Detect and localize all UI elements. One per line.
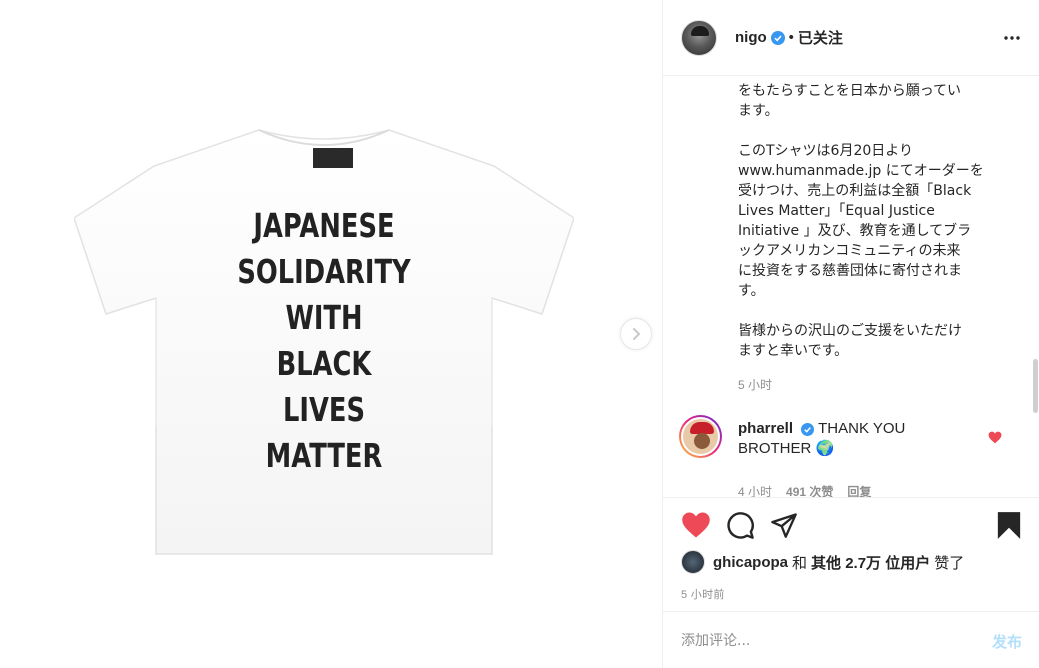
caption-time[interactable]: 5 小时 [738, 376, 772, 393]
heart-filled-icon [988, 431, 1002, 444]
more-options-button[interactable] [1002, 28, 1022, 48]
comments-scrollbar[interactable] [1033, 359, 1038, 413]
next-image-button[interactable] [620, 318, 652, 350]
add-comment-bar: 发布 [663, 611, 1039, 668]
comment-bubble-icon [727, 512, 754, 539]
avatar[interactable] [679, 415, 722, 458]
avatar[interactable] [681, 19, 717, 56]
print-line: SOLIDARITY [237, 252, 411, 291]
save-button[interactable] [996, 511, 1022, 545]
comment-body: pharrell THANK YOU BROTHER 🌍 [738, 419, 978, 459]
print-line: LIVES [282, 390, 366, 429]
print-line: WITH [285, 298, 363, 337]
chevron-right-icon [633, 328, 640, 340]
print-line: JAPANESE [253, 206, 395, 245]
comment-button[interactable] [726, 511, 755, 545]
comment-input[interactable] [681, 628, 961, 654]
likes-conjunction: 和 [792, 554, 808, 572]
shirt-print-text: JAPANESE SOLIDARITY WITH BLACK LIVES MAT… [74, 126, 574, 556]
tshirt-image: JAPANESE SOLIDARITY WITH BLACK LIVES MAT… [73, 126, 575, 561]
header-separator: • [788, 29, 794, 46]
globe-emoji-icon: 🌍 [815, 440, 835, 457]
more-options-icon [1004, 36, 1020, 40]
comment-like-button[interactable] [988, 431, 1002, 449]
comment-time[interactable]: 4 小时 [738, 483, 772, 497]
avatar[interactable] [681, 550, 705, 574]
share-button[interactable] [770, 511, 798, 544]
like-button[interactable] [681, 511, 711, 544]
post-side-panel: nigo • 已关注 をもたらすことを日本から願ってい ます。 このTシャツは6… [662, 0, 1039, 668]
paper-plane-icon [771, 513, 797, 538]
header-username[interactable]: nigo [735, 29, 767, 46]
post-timestamp[interactable]: 5 小时前 [681, 586, 725, 602]
heart-filled-icon [682, 512, 710, 538]
follow-status-button[interactable]: 已关注 [798, 27, 843, 48]
likes-summary: ghicapopa 和 其他 2.7万 位用户 赞了 [681, 550, 964, 574]
comments-list[interactable]: をもたらすことを日本から願ってい ます。 このTシャツは6月20日より www.… [663, 77, 1039, 497]
comment-meta: 4 小时 491 次赞 回复 [738, 483, 871, 497]
comment-username[interactable]: pharrell [738, 420, 793, 437]
verified-badge-icon [801, 422, 815, 436]
bookmark-filled-icon [997, 512, 1021, 539]
likes-suffix: 赞了 [934, 554, 965, 572]
print-line: MATTER [265, 436, 383, 475]
comment-likes[interactable]: 491 次赞 [786, 483, 833, 497]
likes-others-link[interactable]: 其他 2.7万 位用户 [811, 552, 930, 573]
post-actions: ghicapopa 和 其他 2.7万 位用户 赞了 5 小时前 [663, 497, 1039, 611]
reply-button[interactable]: 回复 [847, 483, 871, 497]
liker-username[interactable]: ghicapopa [713, 554, 788, 571]
print-line: BLACK [276, 344, 372, 383]
post-header: nigo • 已关注 [663, 0, 1039, 76]
caption-text: をもたらすことを日本から願ってい ます。 このTシャツは6月20日より www.… [738, 83, 984, 359]
post-comment-button[interactable]: 发布 [992, 631, 1022, 652]
post-media[interactable]: JAPANESE SOLIDARITY WITH BLACK LIVES MAT… [0, 0, 662, 668]
verified-badge-icon [770, 30, 785, 45]
